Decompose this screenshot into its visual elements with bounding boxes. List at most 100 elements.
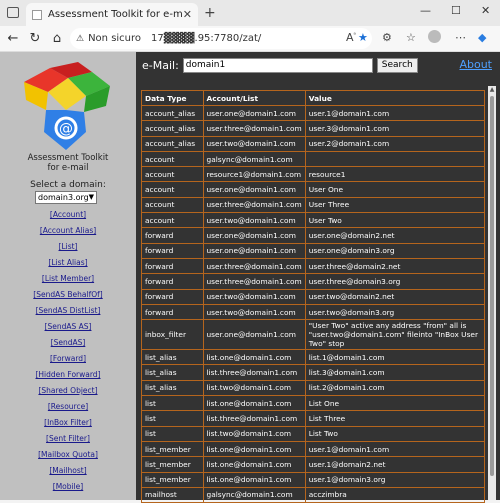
email-search-input[interactable] (182, 57, 373, 73)
sidebar-link[interactable]: [Resource] (0, 400, 136, 416)
sidebar-link-label[interactable]: [List] (59, 242, 78, 251)
table-row: account_alias user.one@domain1.com user.1@… (141, 104, 486, 122)
cell-value: user.1@domain2.net (304, 456, 486, 473)
read-aloud-icon[interactable]: Aᵃ (346, 31, 356, 44)
new-tab-icon[interactable]: + (204, 5, 216, 21)
cell-value: user.1@domain1.com (304, 104, 486, 122)
cell-value: resource1 (304, 166, 486, 183)
sidebar-link-label[interactable]: [Account Alias] (40, 226, 96, 235)
browser-tab-bar: Assessment Toolkit for e-mail ✕ + — ☐ ✕ (0, 0, 500, 26)
sidebar-link-label[interactable]: [Account] (50, 210, 86, 219)
cell-value (304, 150, 486, 168)
table-row: forward user.three@domain1.com user.three@… (141, 273, 486, 290)
vertical-scrollbar[interactable]: ▲ (488, 86, 496, 500)
search-button[interactable]: Search (376, 57, 418, 73)
sidebar-link[interactable]: [SendAS DistList] (0, 304, 136, 320)
sidebar-link[interactable]: [List Alias] (0, 256, 136, 272)
table-row: account resource1@domain1.com resource1 (141, 166, 486, 183)
sidebar-link[interactable]: [Sent Filter] (0, 432, 136, 448)
sidebar-link-label[interactable]: [Mailhost] (49, 466, 86, 475)
app-title: Assessment Toolkit for e-mail (0, 153, 136, 173)
cell-account-list: user.two@domain1.com (202, 303, 306, 321)
scrollbar-thumb[interactable] (490, 96, 494, 476)
cell-value: List Three (304, 410, 486, 427)
sidebar-link-label[interactable]: [List Member] (42, 274, 94, 283)
close-window-icon[interactable]: ✕ (481, 4, 490, 17)
table-row: account user.one@domain1.com User One (141, 181, 486, 198)
cell-value: list.1@domain1.com (304, 349, 486, 366)
minimize-icon[interactable]: — (420, 4, 431, 17)
domain-select[interactable]: domain3.org ▼ (35, 191, 97, 204)
favorites-icon[interactable]: ☆ (406, 31, 416, 44)
sidebar-link[interactable]: [Account Alias] (0, 224, 136, 240)
sidebar-link[interactable]: [Hidden Forward] (0, 368, 136, 384)
warning-icon[interactable]: ⚠ (76, 34, 84, 44)
sidebar-link-label[interactable]: [SendAS] (51, 338, 86, 347)
cell-value: list.2@domain1.com (304, 379, 486, 397)
more-menu-icon[interactable]: ⋯ (455, 31, 466, 44)
profile-avatar-icon[interactable] (428, 30, 441, 43)
sidebar-link-label[interactable]: [Hidden Forward] (35, 370, 100, 379)
sidebar-link[interactable]: [Mailhost] (0, 464, 136, 480)
cell-data-type: account_alias (141, 135, 204, 152)
sidebar-link-label[interactable]: [Forward] (50, 354, 86, 363)
sidebar-link-label[interactable]: [List Alias] (48, 258, 87, 267)
cell-data-type: forward (141, 273, 204, 290)
sidebar-link[interactable]: [SendAS BehalfOf] (0, 288, 136, 304)
sidebar-link-label[interactable]: [Resource] (48, 402, 88, 411)
sidebar-link[interactable]: [List Member] (0, 272, 136, 288)
sidebar-link-label[interactable]: [Shared Object] (38, 386, 97, 395)
cell-account-list: user.one@domain1.com (202, 242, 306, 259)
security-label[interactable]: Non sicuro (88, 33, 141, 44)
sidebar-link[interactable]: [InBox Filter] (0, 416, 136, 432)
browser-tab[interactable]: Assessment Toolkit for e-mail ✕ (26, 3, 198, 26)
home-icon[interactable]: ⌂ (46, 31, 68, 46)
cell-data-type: account_alias (141, 120, 204, 137)
url-text[interactable]: 17▓▓▓▓.95:7780/zat/ (151, 33, 261, 44)
sidebar-link-label[interactable]: [SendAS AS] (45, 322, 92, 331)
sidebar-link-label[interactable]: [SendAS DistList] (36, 306, 101, 315)
column-header-account-list: Account/List (202, 90, 306, 106)
tab-actions-icon[interactable] (7, 7, 19, 18)
cell-account-list: user.one@domain1.com (202, 181, 306, 198)
table-row: account user.two@domain1.com User Two (141, 212, 486, 229)
scroll-up-icon[interactable]: ▲ (488, 86, 496, 93)
cell-account-list: user.one@domain1.com (202, 227, 306, 244)
sidebar-link[interactable]: [List] (0, 240, 136, 256)
close-tab-icon[interactable]: ✕ (183, 8, 192, 21)
cell-data-type: list_alias (141, 364, 204, 381)
sidebar-link-label[interactable]: [Sent Filter] (46, 434, 90, 443)
chevron-down-icon[interactable]: ▼ (89, 192, 94, 203)
sidebar-link[interactable]: [Mailbox Quota] (0, 448, 136, 464)
maximize-icon[interactable]: ☐ (451, 4, 461, 17)
sidebar-link-label[interactable]: [InBox Filter] (44, 418, 92, 427)
cell-account-list: user.three@domain1.com (202, 257, 306, 275)
sidebar-link[interactable]: [Forward] (0, 352, 136, 368)
table-row: account_alias user.three@domain1.com user.… (141, 120, 486, 137)
reload-icon[interactable]: ↻ (24, 31, 46, 46)
sidebar-link[interactable]: [SendAS] (0, 336, 136, 352)
sidebar-link[interactable]: [Mobile] (0, 480, 136, 496)
about-link[interactable]: About (459, 58, 492, 71)
cell-data-type: list (141, 410, 204, 427)
favorite-star-icon[interactable]: ★ (358, 31, 368, 44)
cell-value: User Three (304, 196, 486, 214)
cell-data-type: forward (141, 303, 204, 321)
copilot-icon[interactable]: ◆ (478, 31, 486, 44)
table-row: list_alias list.two@domain1.com list.2@dom… (141, 379, 486, 397)
url-field[interactable]: ⚠ Non sicuro 17▓▓▓▓.95:7780/zat/ (70, 28, 372, 49)
cell-account-list: user.three@domain1.com (202, 196, 306, 214)
back-icon[interactable]: ← (2, 31, 24, 46)
cell-data-type: account (141, 196, 204, 214)
sidebar-link[interactable]: [Account] (0, 208, 136, 224)
cell-data-type: list_alias (141, 379, 204, 397)
domain-select-value[interactable]: domain3.org (38, 193, 89, 202)
cell-value: User Two (304, 212, 486, 229)
table-row: forward user.three@domain1.com user.three@… (141, 257, 486, 275)
sidebar-link[interactable]: [SendAS AS] (0, 320, 136, 336)
sidebar-link[interactable]: [Shared Object] (0, 384, 136, 400)
extensions-icon[interactable]: ⚙ (382, 31, 392, 44)
sidebar-link-label[interactable]: [Mailbox Quota] (38, 450, 98, 459)
sidebar-link-label[interactable]: [SendAS BehalfOf] (33, 290, 102, 299)
sidebar-link-label[interactable]: [Mobile] (53, 482, 83, 491)
